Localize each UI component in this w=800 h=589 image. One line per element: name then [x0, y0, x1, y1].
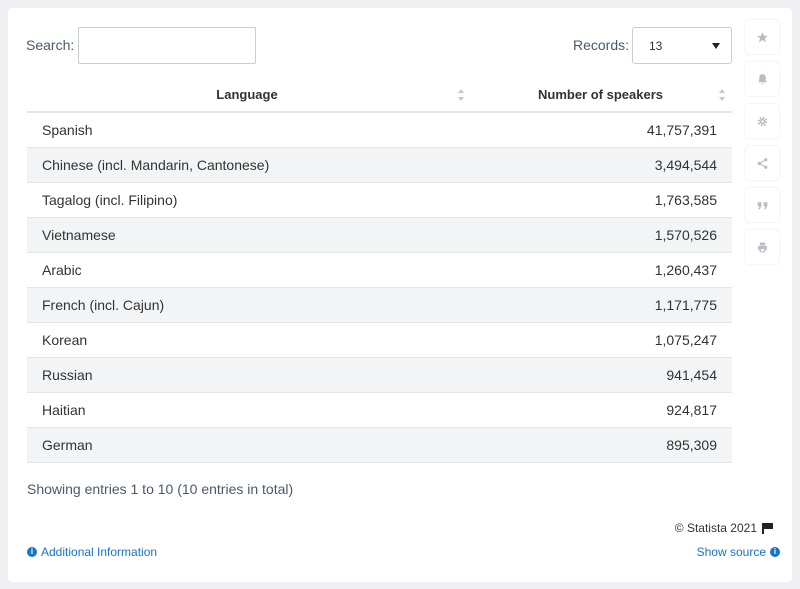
- language-cell: French (incl. Cajun): [27, 287, 467, 323]
- column-header-speakers[interactable]: Number of speakers: [467, 78, 732, 113]
- share-button[interactable]: [745, 146, 779, 180]
- records-select[interactable]: 13: [632, 27, 732, 64]
- side-toolbar: [745, 20, 779, 272]
- table-row: Tagalog (incl. Filipino) 1,763,585: [27, 182, 732, 218]
- records-value: 13: [649, 39, 663, 53]
- language-cell: German: [27, 427, 467, 463]
- language-cell: Russian: [27, 357, 467, 393]
- language-cell: Haitian: [27, 392, 467, 428]
- language-cell: Spanish: [27, 112, 467, 148]
- column-header-language[interactable]: Language: [27, 78, 467, 113]
- table-row: Vietnamese 1,570,526: [27, 217, 732, 253]
- settings-button[interactable]: [745, 104, 779, 138]
- speakers-cell: 41,757,391: [467, 112, 732, 148]
- language-cell: Vietnamese: [27, 217, 467, 253]
- table-row: Chinese (incl. Mandarin, Cantonese) 3,494…: [27, 147, 732, 183]
- copyright: © Statista 2021: [675, 521, 773, 535]
- speakers-cell: 924,817: [467, 392, 732, 428]
- quote-icon: [757, 201, 767, 209]
- table-row: French (incl. Cajun) 1,171,775: [27, 287, 732, 323]
- info-icon: i: [770, 547, 780, 557]
- cite-button[interactable]: [745, 188, 779, 222]
- speakers-cell: 1,171,775: [467, 287, 732, 323]
- flag-icon[interactable]: [762, 522, 773, 534]
- records-label: Records:: [573, 37, 630, 53]
- sort-icon: [719, 89, 726, 101]
- favorite-button[interactable]: [745, 20, 779, 54]
- caret-down-icon: [712, 43, 720, 49]
- speakers-cell: 1,075,247: [467, 322, 732, 358]
- sort-icon: [458, 89, 465, 101]
- gear-icon: [757, 116, 767, 126]
- speakers-cell: 941,454: [467, 357, 732, 393]
- table-row: Korean 1,075,247: [27, 322, 732, 358]
- entries-summary: Showing entries 1 to 10 (10 entries in t…: [27, 481, 294, 497]
- speakers-cell: 1,763,585: [467, 182, 732, 218]
- share-icon: [757, 157, 767, 169]
- star-icon: [756, 31, 768, 42]
- table-row: Haitian 924,817: [27, 392, 732, 428]
- column-header-label: Number of speakers: [538, 87, 663, 102]
- print-icon: [757, 242, 767, 252]
- show-source-link[interactable]: Show source i: [697, 545, 780, 559]
- column-header-label: Language: [216, 87, 278, 102]
- table-row: Spanish 41,757,391: [27, 112, 732, 148]
- speakers-cell: 1,570,526: [467, 217, 732, 253]
- data-table: Language Number of speakers Spanish 41,75…: [27, 78, 732, 463]
- table-row: German 895,309: [27, 427, 732, 463]
- additional-information-link[interactable]: i Additional Information: [27, 545, 157, 559]
- search-input[interactable]: [78, 27, 256, 64]
- speakers-cell: 1,260,437: [467, 252, 732, 288]
- additional-information-label: Additional Information: [41, 545, 158, 559]
- language-cell: Tagalog (incl. Filipino): [27, 182, 467, 218]
- table-row: Russian 941,454: [27, 357, 732, 393]
- notification-button[interactable]: [745, 62, 779, 96]
- search-label: Search:: [26, 37, 75, 53]
- print-button[interactable]: [745, 230, 779, 264]
- show-source-label: Show source: [696, 545, 766, 559]
- info-icon: i: [27, 547, 37, 557]
- copyright-text: © Statista 2021: [674, 521, 757, 535]
- language-cell: Korean: [27, 322, 467, 358]
- language-cell: Arabic: [27, 252, 467, 288]
- bell-icon: [757, 73, 767, 84]
- speakers-cell: 895,309: [467, 427, 732, 463]
- language-cell: Chinese (incl. Mandarin, Cantonese): [27, 147, 467, 183]
- speakers-cell: 3,494,544: [467, 147, 732, 183]
- table-row: Arabic 1,260,437: [27, 252, 732, 288]
